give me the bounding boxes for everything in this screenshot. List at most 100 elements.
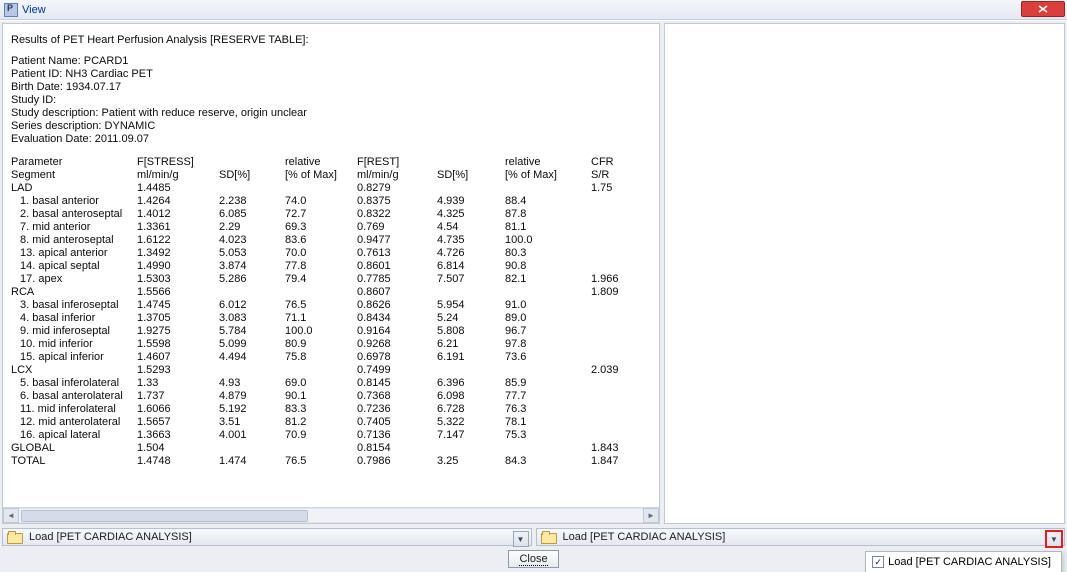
table-cell [591,390,651,403]
table-cell: 70.0 [285,247,357,260]
load-left-dropdown-button[interactable]: ▼ [513,531,529,547]
scroll-right-arrow[interactable]: ► [643,508,659,523]
table-cell: 2.29 [219,221,285,234]
table-cell [437,364,505,377]
table-cell [219,364,285,377]
left-pane: Results of PET Heart Perfusion Analysis … [2,23,660,524]
table-cell: TOTAL [11,455,137,468]
table-cell: 0.8322 [357,208,437,221]
close-button[interactable]: Close [508,550,558,568]
load-bar-right[interactable]: Load [PET CARDIAC ANALYSIS] ▼ Load [PET … [536,528,1066,546]
load-right-label: Load [PET CARDIAC ANALYSIS] [563,531,726,543]
table-cell: 85.9 [505,377,591,390]
table-cell: 1.4748 [137,455,219,468]
table-cell: GLOBAL [11,442,137,455]
table-cell: 6.21 [437,338,505,351]
load-dropdown-menu: Load [PET CARDIAC ANALYSIS] Load [MRI CA… [865,551,1062,572]
table-cell: 6.012 [219,299,285,312]
header-row-2: Segment ml/min/g SD[%] [% of Max] ml/min… [11,169,651,182]
table-cell: 0.8607 [357,286,437,299]
table-row: 4. basal inferior1.37053.08371.10.84345.… [11,312,651,325]
table-cell: 13. apical anterior [11,247,137,260]
table-cell: 81.1 [505,221,591,234]
table-cell: 0.7499 [357,364,437,377]
table-row: RCA1.55660.86071.809 [11,286,651,299]
table-row: LCX1.52930.74992.039 [11,364,651,377]
titlebar: View [0,0,1067,20]
table-cell: 91.0 [505,299,591,312]
table-cell: 1.4012 [137,208,219,221]
table-cell [591,208,651,221]
table-row: GLOBAL1.5040.81541.843 [11,442,651,455]
table-cell [591,299,651,312]
table-row: 10. mid inferior1.55985.09980.90.92686.2… [11,338,651,351]
table-cell: 0.7236 [357,403,437,416]
table-cell: 0.9164 [357,325,437,338]
table-cell: 6.191 [437,351,505,364]
table-cell [219,182,285,195]
table-cell: 5.784 [219,325,285,338]
table-cell: 11. mid inferolateral [11,403,137,416]
table-cell: 10. mid inferior [11,338,137,351]
table-cell: 2. basal anteroseptal [11,208,137,221]
table-cell: 80.3 [505,247,591,260]
scroll-left-arrow[interactable]: ◄ [3,508,19,523]
table-cell: 1.75 [591,182,651,195]
load-right-dropdown-button[interactable]: ▼ [1046,531,1062,547]
table-cell: 83.6 [285,234,357,247]
app-icon [4,3,18,17]
table-cell: 4.325 [437,208,505,221]
table-row: TOTAL1.47481.47476.50.79863.2584.31.847 [11,455,651,468]
scroll-track[interactable] [19,508,643,523]
table-cell: 4.001 [219,429,285,442]
table-cell: 89.0 [505,312,591,325]
table-cell [505,364,591,377]
table-row: 13. apical anterior1.34925.05370.00.7613… [11,247,651,260]
hdr-sd2: SD[%] [437,169,505,182]
hdr-pom1: [% of Max] [285,169,357,182]
folder-open-icon [7,531,23,543]
menu-item-pet[interactable]: Load [PET CARDIAC ANALYSIS] [868,554,1059,570]
table-cell: 1.5293 [137,364,219,377]
scroll-thumb[interactable] [21,510,308,522]
hdr-frest: F[REST] [357,156,437,169]
close-window-button[interactable] [1021,1,1065,17]
table-row: 16. apical lateral1.36634.00170.90.71367… [11,429,651,442]
table-cell: 100.0 [505,234,591,247]
table-cell: 5. basal inferolateral [11,377,137,390]
table-cell: 1.5303 [137,273,219,286]
table-cell: 6.814 [437,260,505,273]
table-cell [591,247,651,260]
table-cell: 3.874 [219,260,285,273]
report-title: Results of PET Heart Perfusion Analysis … [11,34,651,47]
load-bar-left[interactable]: Load [PET CARDIAC ANALYSIS] ▼ [2,528,532,546]
table-cell [285,364,357,377]
hscrollbar[interactable]: ◄ ► [3,507,659,523]
table-cell: 75.3 [505,429,591,442]
table-cell: 1.4990 [137,260,219,273]
table-cell: 1. basal anterior [11,195,137,208]
table-cell: 69.3 [285,221,357,234]
table-cell [591,260,651,273]
meta-eval-date: Evaluation Date: 2011.09.07 [11,133,651,146]
table-cell: 0.7405 [357,416,437,429]
load-left-label: Load [PET CARDIAC ANALYSIS] [29,531,192,543]
table-cell [591,429,651,442]
table-cell: 74.0 [285,195,357,208]
table-cell: 5.322 [437,416,505,429]
table-cell: 1.966 [591,273,651,286]
table-cell: 9. mid inferoseptal [11,325,137,338]
table-cell [591,221,651,234]
table-cell: 6. basal anterolateral [11,390,137,403]
table-cell: 0.8279 [357,182,437,195]
table-cell: 12. mid anterolateral [11,416,137,429]
table-cell [591,325,651,338]
table-cell [505,182,591,195]
table-cell [219,286,285,299]
table-row: 11. mid inferolateral1.60665.19283.30.72… [11,403,651,416]
table-cell: LCX [11,364,137,377]
table-cell: 8. mid anteroseptal [11,234,137,247]
table-cell: 0.6978 [357,351,437,364]
table-cell: 81.2 [285,416,357,429]
table-cell [437,286,505,299]
